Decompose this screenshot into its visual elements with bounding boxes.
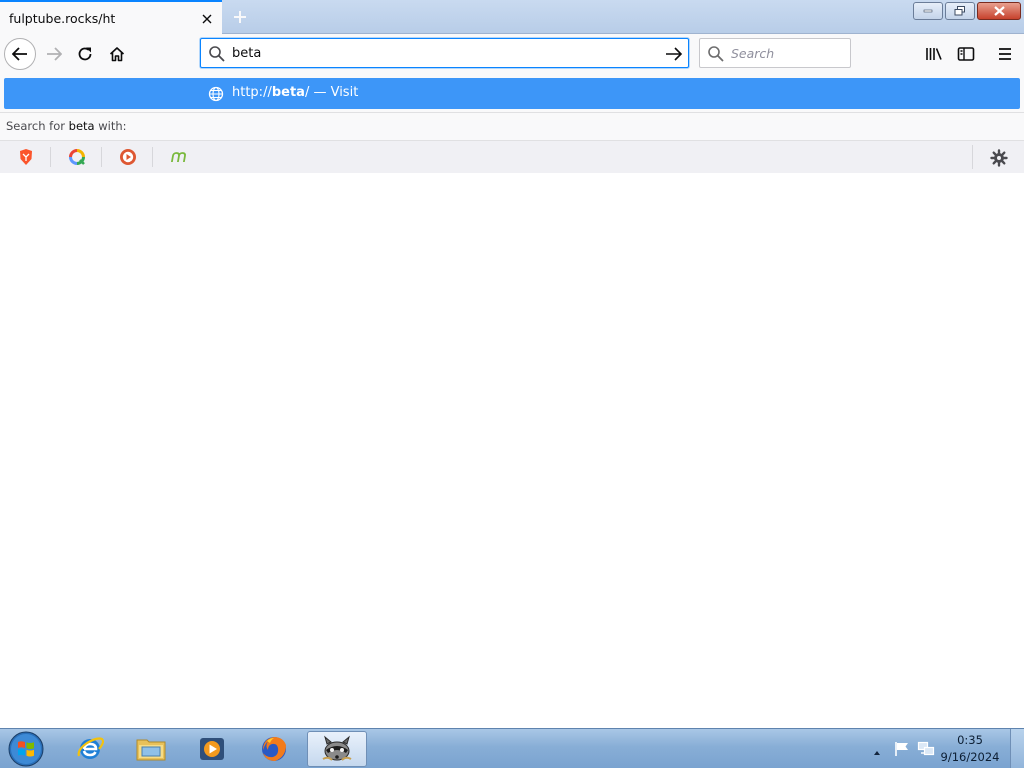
search-for-label: Search for beta with:: [6, 119, 127, 133]
action-center-button[interactable]: [893, 741, 911, 757]
taskbar-windows-explorer[interactable]: [123, 731, 179, 767]
search-icon: [208, 45, 226, 67]
show-desktop-button[interactable]: [1010, 729, 1024, 768]
taskbar-windows-media-player[interactable]: [184, 731, 240, 767]
search-bar[interactable]: [699, 38, 851, 68]
library-icon: [926, 48, 942, 60]
engine-qwant-button[interactable]: [52, 145, 102, 169]
url-bar[interactable]: [200, 38, 689, 68]
hamburger-menu-icon: [999, 48, 1011, 60]
qwant-icon: [69, 149, 85, 165]
restore-button[interactable]: [945, 2, 975, 20]
internet-explorer-icon: [77, 737, 105, 759]
clock-time: 0:35: [957, 733, 983, 747]
suggestion-row[interactable]: http://beta/ — Visit: [4, 78, 1020, 109]
navigation-toolbar: [0, 34, 1024, 98]
search-settings-button[interactable]: [988, 147, 1010, 169]
brave-search-icon: [20, 149, 32, 165]
raccoon-app-icon: [322, 735, 352, 761]
home-button[interactable]: [101, 38, 133, 70]
network-icon: [917, 741, 935, 756]
clock-date: 9/16/2024: [940, 750, 1000, 764]
suggestion-action: — Visit: [309, 85, 359, 100]
sidebar-button[interactable]: [952, 40, 980, 68]
taskbar-internet-explorer[interactable]: [62, 731, 118, 767]
search-for-term: beta: [68, 119, 95, 133]
clock[interactable]: 0:35 9/16/2024: [940, 732, 1000, 766]
tab-title: fulptube.rocks/ht: [9, 10, 116, 26]
windows-media-player-icon: [200, 738, 224, 760]
screen: fulptube.rocks/ht beta Search http://bet…: [0, 0, 1024, 768]
suggestion-match: beta: [271, 85, 305, 100]
divider: [972, 145, 973, 169]
one-off-search-engines: [0, 140, 1024, 173]
search-input[interactable]: [731, 45, 843, 61]
divider: [101, 147, 102, 167]
home-icon: [109, 47, 125, 62]
reload-button[interactable]: [69, 38, 101, 70]
mojeek-icon: [170, 152, 186, 162]
windows-start-icon: [8, 731, 44, 767]
back-icon: [4, 38, 36, 70]
search-icon: [707, 45, 725, 67]
divider: [0, 112, 1024, 113]
divider: [152, 147, 153, 167]
search-for-suffix: with:: [94, 119, 127, 133]
minimize-button[interactable]: [913, 2, 943, 20]
new-tab-icon[interactable]: [228, 5, 252, 29]
search-for-prefix: Search for: [6, 119, 69, 133]
globe-icon: [208, 86, 224, 106]
show-hidden-icons-button[interactable]: [872, 743, 882, 755]
url-autocomplete-popup: http://beta/ — Visit Search for beta wit…: [0, 74, 1024, 173]
engine-brave-button[interactable]: [1, 145, 51, 169]
windows-explorer-icon: [136, 739, 166, 761]
taskbar-raccoon-app[interactable]: [307, 731, 367, 767]
duckduckgo-icon: [120, 149, 136, 165]
flag-icon: [895, 742, 908, 756]
suggestion-text: http://beta/ — Visit: [232, 85, 358, 100]
taskbar: 0:35 9/16/2024: [0, 728, 1024, 768]
library-button[interactable]: [920, 40, 948, 68]
taskbar-firefox[interactable]: [246, 731, 302, 767]
forward-icon: [47, 47, 62, 61]
reload-icon: [78, 47, 92, 61]
engine-mojeek-button[interactable]: [154, 145, 204, 169]
url-input[interactable]: [232, 44, 652, 62]
divider: [50, 147, 51, 167]
close-window-button[interactable]: [977, 2, 1021, 20]
gear-icon: [990, 149, 1008, 167]
page-content[interactable]: [0, 173, 1024, 728]
suggestion-prefix: http://: [232, 85, 272, 100]
firefox-icon: [262, 737, 286, 761]
sidebar-icon: [957, 47, 975, 61]
back-button[interactable]: [4, 38, 36, 70]
start-button[interactable]: [6, 730, 46, 768]
forward-button[interactable]: [38, 38, 70, 70]
close-tab-icon[interactable]: [199, 11, 215, 27]
menu-button[interactable]: [991, 40, 1019, 68]
engine-duckduckgo-button[interactable]: [103, 145, 153, 169]
go-arrow-icon[interactable]: [664, 44, 684, 64]
tab-strip: fulptube.rocks/ht: [0, 0, 1024, 34]
window-controls: [913, 2, 1021, 20]
chevron-up-icon: [874, 751, 880, 755]
network-button[interactable]: [917, 741, 935, 757]
tab-active[interactable]: fulptube.rocks/ht: [0, 0, 222, 34]
